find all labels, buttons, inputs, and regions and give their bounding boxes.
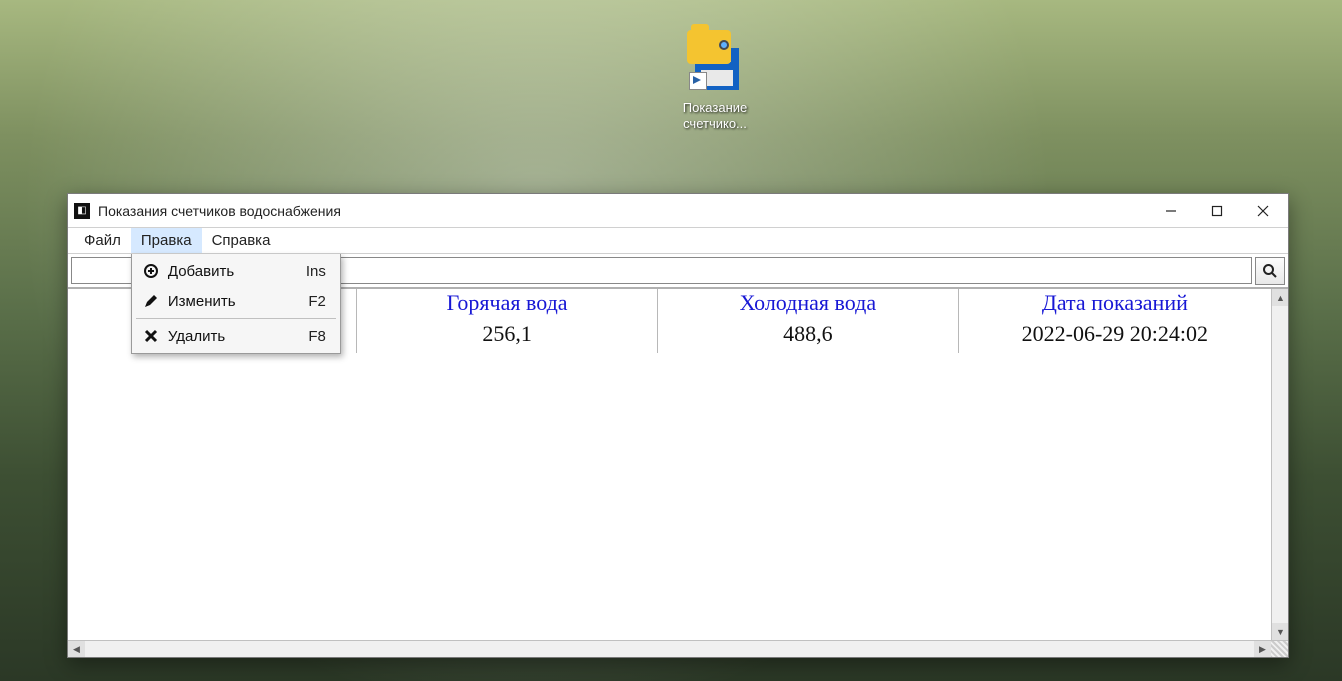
titlebar[interactable]: ◧ Показания счетчиков водоснабжения (68, 194, 1288, 228)
search-button[interactable] (1255, 257, 1285, 285)
menu-file-label: Файл (84, 232, 121, 249)
menu-edit-label: Правка (141, 232, 192, 249)
menu-help[interactable]: Справка (202, 228, 281, 253)
resize-grip-icon[interactable] (1271, 641, 1288, 658)
cell-hot: 256,1 (357, 319, 658, 353)
menu-modify-label: Изменить (162, 293, 288, 310)
menu-delete-label: Удалить (162, 328, 288, 345)
scroll-up-icon[interactable]: ▲ (1272, 289, 1288, 306)
menu-help-label: Справка (212, 232, 271, 249)
minimize-button[interactable] (1148, 196, 1194, 226)
col-cold[interactable]: Холодная вода (657, 289, 958, 319)
maximize-icon (1211, 205, 1223, 217)
minimize-icon (1165, 205, 1177, 217)
app-icon: ◧ (74, 203, 90, 219)
search-icon (1262, 263, 1278, 279)
desktop-shortcut[interactable]: Показание счетчико... (665, 30, 765, 132)
horizontal-scrollbar[interactable]: ◀ ▶ (68, 640, 1288, 657)
window-title: Показания счетчиков водоснабжения (98, 203, 1148, 219)
pencil-icon (140, 293, 162, 309)
maximize-button[interactable] (1194, 196, 1240, 226)
menu-modify[interactable]: Изменить F2 (132, 286, 340, 316)
close-icon (1257, 205, 1269, 217)
desktop: Показание счетчико... ◧ Показания счетчи… (0, 0, 1342, 681)
menu-add-label: Добавить (162, 263, 286, 280)
scroll-down-icon[interactable]: ▼ (1272, 623, 1288, 640)
app-window: ◧ Показания счетчиков водоснабжения Файл… (67, 193, 1289, 658)
menu-delete[interactable]: Удалить F8 (132, 321, 340, 351)
x-icon (140, 328, 162, 344)
shortcut-label: Показание счетчико... (683, 100, 748, 132)
col-hot[interactable]: Горячая вода (357, 289, 658, 319)
vertical-scrollbar[interactable]: ▲ ▼ (1271, 289, 1288, 640)
plus-icon (140, 263, 162, 279)
cell-date: 2022-06-29 20:24:02 (958, 319, 1271, 353)
menu-file[interactable]: Файл (74, 228, 131, 253)
menubar: Файл Правка Добавить Ins (68, 228, 1288, 254)
menu-add-accel: Ins (286, 263, 326, 280)
menu-edit[interactable]: Правка Добавить Ins Изменить (131, 228, 202, 253)
menu-modify-accel: F2 (288, 293, 326, 310)
shortcut-arrow-icon (689, 72, 707, 90)
col-date[interactable]: Дата показаний (958, 289, 1271, 319)
scroll-left-icon[interactable]: ◀ (68, 641, 85, 658)
menu-separator (136, 318, 336, 319)
cell-cold: 488,6 (657, 319, 958, 353)
scroll-right-icon[interactable]: ▶ (1254, 641, 1271, 658)
menu-add[interactable]: Добавить Ins (132, 256, 340, 286)
menu-delete-accel: F8 (288, 328, 326, 345)
edit-dropdown: Добавить Ins Изменить F2 (131, 254, 341, 354)
close-button[interactable] (1240, 196, 1286, 226)
shortcut-icon (683, 30, 747, 94)
